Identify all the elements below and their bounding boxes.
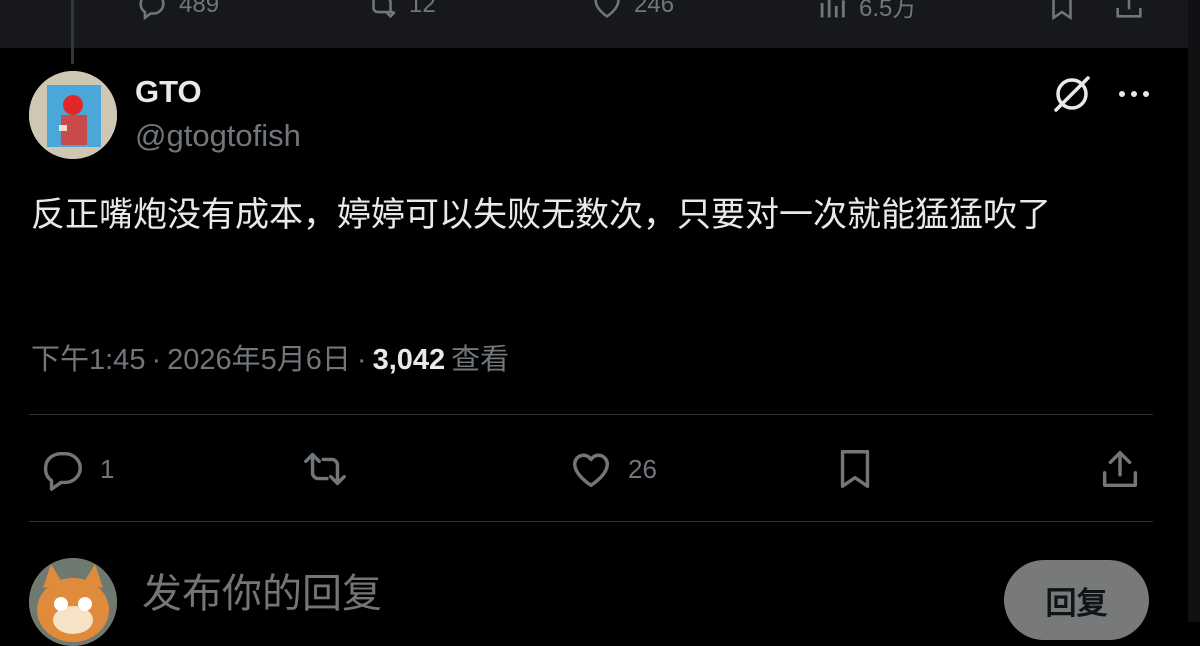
parent-reply-count: 489: [179, 0, 220, 18]
parent-share-action[interactable]: [1112, 0, 1146, 22]
avatar-image: [29, 71, 117, 159]
reply-action[interactable]: 1: [40, 446, 114, 492]
retweet-action[interactable]: [302, 446, 362, 492]
divider: [29, 521, 1153, 522]
tweet-meta: 下午1:45 · 2026年5月6日 · 3,042 查看: [31, 336, 509, 378]
share-icon: [1116, 0, 1142, 18]
tweet-time[interactable]: 下午1:45: [31, 336, 145, 378]
parent-like-count: 246: [634, 0, 675, 18]
like-icon: [594, 0, 620, 18]
meta-separator: ·: [356, 344, 367, 376]
parent-tweet-action-bar: 489 12 246 6.5万: [0, 0, 1188, 48]
parent-like-action[interactable]: 246: [590, 0, 674, 22]
tweet-text: 反正嘴炮没有成本，婷婷可以失败无数次，只要对一次就能猛猛吹了: [31, 195, 1051, 235]
share-action[interactable]: [1097, 446, 1143, 492]
retweet-icon: [372, 0, 396, 19]
user-avatar-image: [29, 558, 117, 646]
parent-reply-action[interactable]: 489: [135, 0, 219, 22]
like-count: 26: [628, 453, 657, 484]
reply-input[interactable]: [140, 570, 964, 618]
retweet-icon: [304, 452, 346, 486]
grok-icon[interactable]: [1050, 72, 1094, 116]
like-action[interactable]: 26: [568, 446, 657, 492]
meta-separator: ·: [151, 344, 162, 376]
bookmark-action[interactable]: [832, 446, 878, 492]
like-icon: [572, 453, 610, 488]
reply-count: 1: [100, 453, 115, 484]
parent-bookmark-action[interactable]: [1045, 0, 1079, 22]
reply-icon: [43, 451, 82, 491]
scrollbar[interactable]: [1188, 0, 1200, 622]
parent-retweet-action[interactable]: 12: [365, 0, 436, 22]
parent-retweet-count: 12: [409, 0, 436, 18]
reply-icon: [139, 0, 165, 21]
user-avatar[interactable]: [29, 558, 117, 646]
tweet-date[interactable]: 2026年5月6日: [167, 336, 351, 378]
more-icon[interactable]: [1112, 80, 1156, 108]
author-name[interactable]: GTO: [135, 74, 202, 110]
thread-connector-line: [71, 0, 74, 64]
views-count: 3,042: [372, 344, 446, 376]
share-icon: [1102, 450, 1138, 488]
views-label: 查看: [451, 344, 510, 376]
bookmark-icon: [840, 450, 870, 488]
bookmark-icon: [1052, 0, 1072, 21]
author-avatar[interactable]: [29, 71, 117, 159]
divider: [29, 414, 1153, 415]
reply-submit-button[interactable]: 回复: [1004, 560, 1149, 640]
author-handle[interactable]: @gtogtofish: [135, 118, 301, 154]
parent-views-action[interactable]: 6.5万: [815, 0, 916, 23]
views-icon: [820, 0, 845, 17]
parent-views-count: 6.5万: [859, 0, 917, 22]
